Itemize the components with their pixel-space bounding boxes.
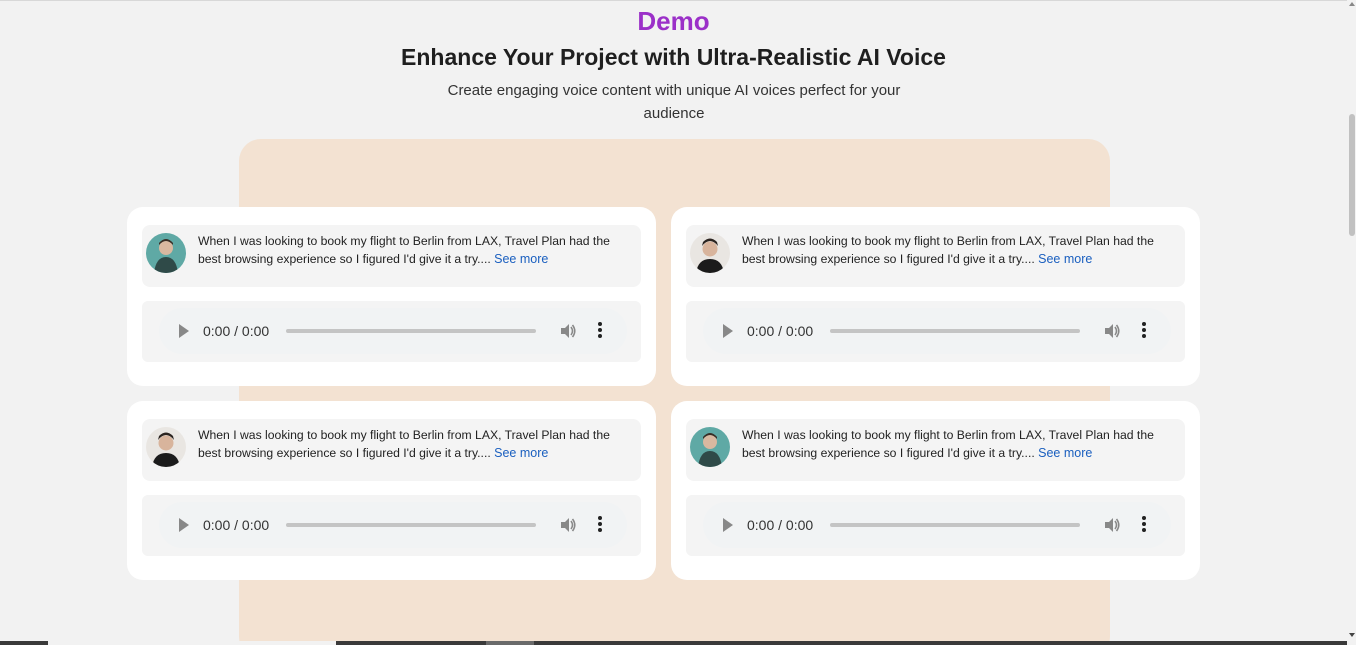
- time-display: 0:00 / 0:00: [203, 323, 270, 339]
- more-options-icon[interactable]: [1141, 322, 1147, 340]
- testimonial-text: When I was looking to book my flight to …: [198, 232, 628, 268]
- scroll-up-icon[interactable]: [1349, 2, 1355, 6]
- voice-card: When I was looking to book my flight to …: [127, 207, 656, 386]
- testimonial-text: When I was looking to book my flight to …: [198, 426, 628, 462]
- audio-player: 0:00 / 0:00: [142, 301, 641, 362]
- volume-icon[interactable]: [559, 322, 577, 340]
- teal-portrait-icon: [146, 233, 186, 273]
- play-icon[interactable]: [723, 324, 733, 338]
- audio-controls: 0:00 / 0:00: [159, 308, 627, 354]
- bottom-strip: [0, 641, 1347, 645]
- testimonial-box: When I was looking to book my flight to …: [686, 225, 1185, 287]
- time-display: 0:00 / 0:00: [203, 517, 270, 533]
- man-portrait-icon: [690, 233, 730, 273]
- voice-card: When I was looking to book my flight to …: [671, 401, 1200, 580]
- more-options-icon[interactable]: [1141, 516, 1147, 534]
- testimonial-box: When I was looking to book my flight to …: [686, 419, 1185, 481]
- man-portrait-icon: [146, 427, 186, 467]
- time-display: 0:00 / 0:00: [747, 517, 814, 533]
- play-icon[interactable]: [179, 324, 189, 338]
- audio-controls: 0:00 / 0:00: [159, 502, 627, 548]
- see-more-link[interactable]: See more: [494, 446, 548, 460]
- see-more-link[interactable]: See more: [494, 252, 548, 266]
- testimonial-box: When I was looking to book my flight to …: [142, 419, 641, 481]
- volume-icon[interactable]: [1103, 516, 1121, 534]
- voice-card: When I was looking to book my flight to …: [671, 207, 1200, 386]
- see-more-link[interactable]: See more: [1038, 446, 1092, 460]
- scroll-down-icon[interactable]: [1349, 633, 1355, 637]
- section-eyebrow: Demo: [637, 6, 710, 36]
- audio-player: 0:00 / 0:00: [686, 301, 1185, 362]
- more-options-icon[interactable]: [597, 516, 603, 534]
- time-display: 0:00 / 0:00: [747, 323, 814, 339]
- progress-bar[interactable]: [830, 523, 1080, 527]
- section-subtitle: Create engaging voice content with uniqu…: [447, 82, 901, 122]
- progress-bar[interactable]: [830, 329, 1080, 333]
- see-more-link[interactable]: See more: [1038, 252, 1092, 266]
- section-title: Enhance Your Project with Ultra-Realisti…: [401, 44, 946, 70]
- progress-bar[interactable]: [286, 523, 536, 527]
- voice-card: When I was looking to book my flight to …: [127, 401, 656, 580]
- audio-controls: 0:00 / 0:00: [703, 308, 1171, 354]
- avatar: [690, 427, 730, 467]
- scrollbar-thumb[interactable]: [1349, 114, 1355, 236]
- page-scrollbar[interactable]: [1347, 0, 1356, 645]
- audio-player: 0:00 / 0:00: [686, 495, 1185, 556]
- play-icon[interactable]: [179, 518, 189, 532]
- volume-icon[interactable]: [559, 516, 577, 534]
- testimonial-text: When I was looking to book my flight to …: [742, 426, 1172, 462]
- testimonial-text: When I was looking to book my flight to …: [742, 232, 1172, 268]
- progress-bar[interactable]: [286, 329, 536, 333]
- audio-player: 0:00 / 0:00: [142, 495, 641, 556]
- play-icon[interactable]: [723, 518, 733, 532]
- more-options-icon[interactable]: [597, 322, 603, 340]
- avatar: [690, 233, 730, 273]
- volume-icon[interactable]: [1103, 322, 1121, 340]
- teal-portrait-icon: [690, 427, 730, 467]
- audio-controls: 0:00 / 0:00: [703, 502, 1171, 548]
- top-divider: [0, 0, 1347, 1]
- testimonial-box: When I was looking to book my flight to …: [142, 225, 641, 287]
- avatar: [146, 427, 186, 467]
- avatar: [146, 233, 186, 273]
